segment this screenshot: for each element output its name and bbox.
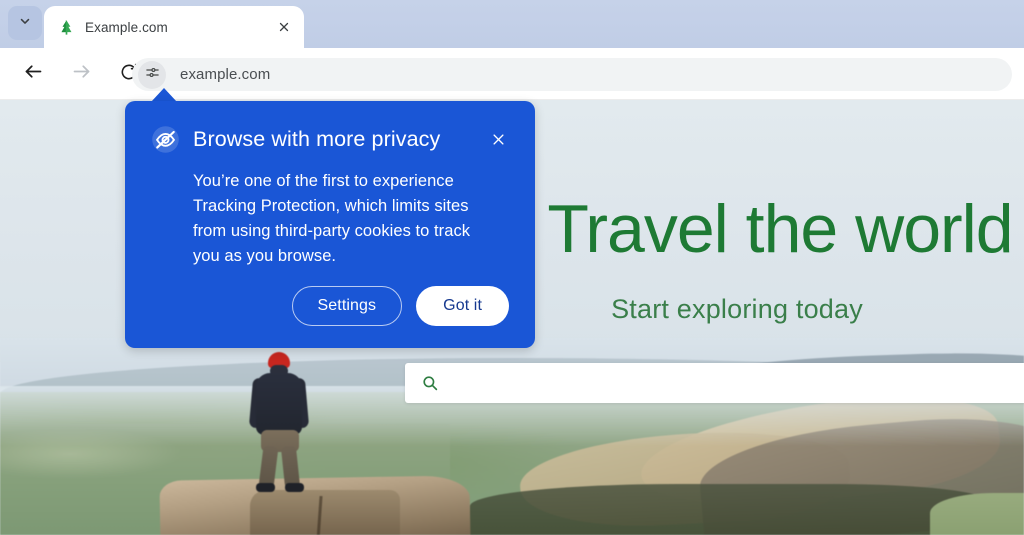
hiker-boot-left [256, 483, 275, 492]
address-bar-url: example.com [180, 66, 271, 83]
bubble-pointer-arrow [151, 88, 177, 102]
search-icon [421, 374, 439, 392]
bubble-header: Browse with more privacy [151, 125, 509, 154]
tab-search-button[interactable] [8, 6, 42, 40]
hiker-jacket [256, 373, 302, 435]
bubble-title: Browse with more privacy [193, 127, 441, 151]
tune-sliders-icon [145, 65, 160, 85]
page-search-bar[interactable] [405, 363, 1024, 403]
browser-tab[interactable]: Example.com [44, 6, 304, 48]
forward-arrow-icon [71, 61, 92, 87]
address-bar[interactable]: example.com [132, 58, 1012, 91]
hiker-boot-right [285, 483, 304, 492]
green-tree-favicon [58, 19, 75, 36]
privacy-bubble-dialog: Browse with more privacy You’re one of t… [125, 101, 535, 348]
forward-button [62, 55, 100, 93]
bubble-action-row: Settings Got it [291, 286, 509, 326]
bubble-body-text: You’re one of the first to experience Tr… [193, 172, 471, 265]
photo-green-field-right [930, 493, 1024, 535]
chevron-down-icon [18, 14, 32, 33]
close-icon[interactable] [274, 17, 294, 37]
tab-title: Example.com [85, 19, 168, 35]
browser-window-screenshot: Example.com example.com Travel the world… [0, 0, 1024, 535]
back-button[interactable] [14, 55, 52, 93]
photo-cliff-front [250, 490, 400, 535]
photo-treeline [470, 484, 990, 535]
close-icon[interactable] [487, 129, 509, 151]
got-it-button[interactable]: Got it [416, 286, 509, 326]
photo-hiker [244, 346, 314, 492]
settings-button[interactable]: Settings [291, 286, 403, 326]
site-settings-button[interactable] [138, 60, 166, 89]
tab-strip: Example.com [0, 0, 1024, 48]
back-arrow-icon [23, 61, 44, 87]
eye-slash-icon [151, 125, 180, 154]
